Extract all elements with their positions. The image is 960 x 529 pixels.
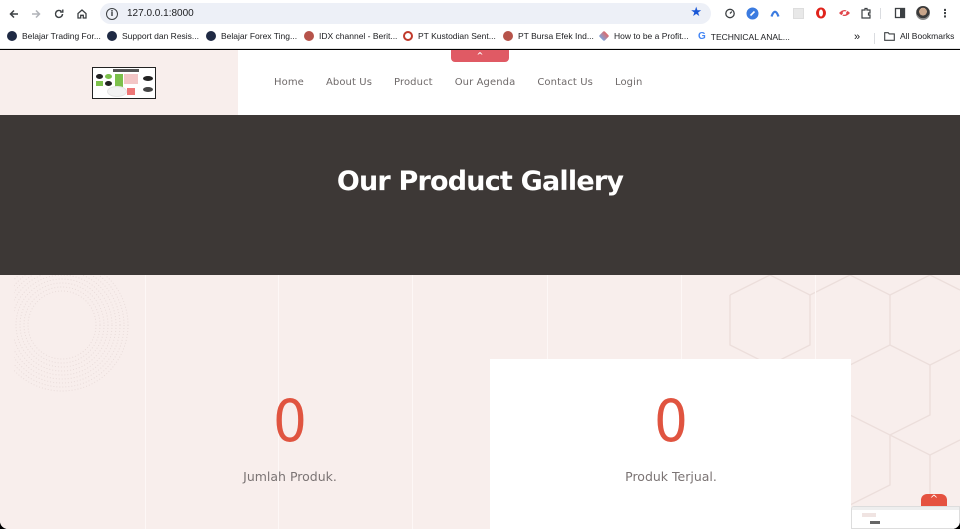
eye-extension-icon[interactable] xyxy=(836,5,852,21)
bookmark-item[interactable]: Support dan Resis... xyxy=(107,31,199,41)
all-bookmarks-button[interactable]: All Bookmarks xyxy=(884,31,954,41)
google-icon: G xyxy=(698,31,706,42)
nav-contact-us[interactable]: Contact Us xyxy=(537,77,593,88)
site-logo[interactable] xyxy=(92,67,156,99)
main-nav: Home About Us Product Our Agenda Contact… xyxy=(274,77,664,88)
home-icon xyxy=(77,9,87,19)
grid-extension-icon[interactable] xyxy=(790,5,806,21)
side-panel-icon[interactable] xyxy=(892,5,908,21)
stat-value: 0 xyxy=(654,387,688,455)
chevron-up-icon: ^ xyxy=(476,51,484,60)
stat-label: Produk Terjual. xyxy=(625,469,717,484)
bookmark-item[interactable]: IDX channel - Berit... xyxy=(304,31,397,41)
scroll-up-tab[interactable]: ^ xyxy=(451,50,509,62)
opera-extension-icon[interactable] xyxy=(813,5,829,21)
speedometer-extension-icon[interactable] xyxy=(722,5,738,21)
home-button[interactable] xyxy=(71,3,93,25)
extensions-puzzle-icon[interactable] xyxy=(858,5,874,21)
ksei-logo-icon xyxy=(403,31,413,41)
bookmark-item[interactable]: PT Bursa Efek Ind... xyxy=(503,31,594,41)
site-info-icon[interactable]: i xyxy=(106,7,118,20)
bookmark-star-icon[interactable]: ★ xyxy=(690,5,702,20)
toolbar-divider xyxy=(880,8,881,19)
forex-logo-icon xyxy=(7,31,17,41)
arrow-left-icon xyxy=(9,9,18,19)
bookmarks-bar: Belajar Trading For... Support dan Resis… xyxy=(0,27,960,49)
diamond-icon xyxy=(598,30,610,42)
address-bar[interactable]: i 127.0.0.1:8000 ★ xyxy=(100,3,711,24)
chevron-up-icon: ^ xyxy=(929,494,939,505)
reload-button[interactable] xyxy=(48,3,70,25)
bookmark-item[interactable]: G TECHNICAL ANAL... xyxy=(698,31,790,42)
dotted-circle-decoration xyxy=(14,275,129,392)
stat-value: 0 xyxy=(273,387,307,455)
browser-menu-icon[interactable]: ⋮ xyxy=(937,5,953,21)
forex-logo-icon xyxy=(206,31,216,41)
site-header: ^ Home About Us Product Our Agenda Conta… xyxy=(0,50,960,115)
url-text[interactable]: 127.0.0.1:8000 xyxy=(127,8,194,19)
logo-panel xyxy=(0,50,238,115)
forward-button[interactable] xyxy=(25,3,47,25)
back-button[interactable] xyxy=(3,3,25,25)
forex-logo-icon xyxy=(107,31,117,41)
stats-section: 0 Jumlah Produk. 0 Produk Terjual. xyxy=(0,275,960,529)
page-title: Our Product Gallery xyxy=(336,165,624,197)
bookmark-item[interactable]: PT Kustodian Sent... xyxy=(403,31,496,41)
hero-banner: Our Product Gallery xyxy=(0,115,960,275)
bookmark-item[interactable]: Belajar Forex Ting... xyxy=(206,31,297,41)
arc-extension-icon[interactable] xyxy=(767,5,783,21)
nav-our-agenda[interactable]: Our Agenda xyxy=(455,77,516,88)
nav-login[interactable]: Login xyxy=(615,77,642,88)
arrow-right-icon xyxy=(32,9,41,19)
nav-product[interactable]: Product xyxy=(394,77,433,88)
web-page: ^ Home About Us Product Our Agenda Conta… xyxy=(0,50,960,529)
link-extension-icon[interactable] xyxy=(744,5,760,21)
bookmarks-overflow-button[interactable]: » xyxy=(854,31,860,43)
screenshot-thumbnail-preview[interactable] xyxy=(851,506,960,529)
nav-about-us[interactable]: About Us xyxy=(326,77,372,88)
bookmarks-divider xyxy=(874,33,875,44)
bookmark-item[interactable]: Belajar Trading For... xyxy=(7,31,101,41)
browser-toolbar: i 127.0.0.1:8000 ★ ⋮ xyxy=(0,0,960,27)
grid-line xyxy=(412,275,413,529)
profile-avatar[interactable] xyxy=(915,5,931,21)
grid-line xyxy=(145,275,146,529)
idx-logo-icon xyxy=(503,31,513,41)
nav-home[interactable]: Home xyxy=(274,77,304,88)
folder-icon xyxy=(884,31,895,41)
idx-logo-icon xyxy=(304,31,314,41)
bookmark-item[interactable]: How to be a Profit... xyxy=(598,30,689,42)
stat-label: Jumlah Produk. xyxy=(243,469,337,484)
reload-icon xyxy=(54,9,64,19)
